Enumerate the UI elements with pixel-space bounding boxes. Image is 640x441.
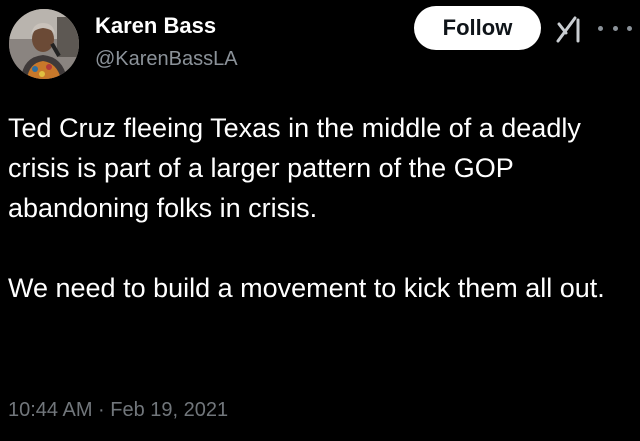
avatar-photo <box>9 9 79 79</box>
tweet-timestamp[interactable]: 10:44 AM · Feb 19, 2021 <box>8 399 228 422</box>
tweet-paragraph: Ted Cruz fleeing Texas in the middle of … <box>8 113 581 223</box>
avatar[interactable] <box>9 9 79 79</box>
more-options-icon[interactable] <box>598 18 632 38</box>
follow-button[interactable]: Follow <box>414 6 541 50</box>
more-dot-icon <box>612 25 618 31</box>
tweet-card: Karen Bass @KarenBassLA Follow Ted Cruz … <box>0 0 640 441</box>
more-dot-icon <box>598 25 603 31</box>
author-display-name[interactable]: Karen Bass <box>95 13 216 39</box>
tweet-text: Ted Cruz fleeing Texas in the middle of … <box>8 108 633 308</box>
grok-icon[interactable] <box>554 14 584 44</box>
more-dot-icon <box>627 25 632 31</box>
author-handle[interactable]: @KarenBassLA <box>95 48 238 71</box>
tweet-paragraph: We need to build a movement to kick them… <box>8 273 605 303</box>
